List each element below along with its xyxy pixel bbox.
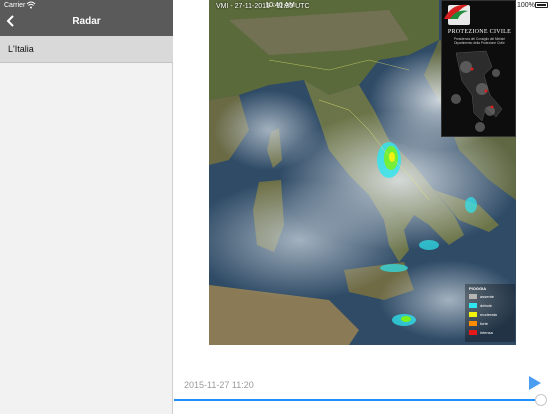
logo-title: PROTEZIONE CIVILE xyxy=(447,29,512,35)
timeline-slider-knob[interactable] xyxy=(535,394,547,406)
wifi-icon xyxy=(26,1,36,11)
legend-swatch xyxy=(469,294,477,299)
legend-title: PIOGGIA xyxy=(469,286,487,291)
legend-label: debole xyxy=(480,303,493,308)
italy-minimap xyxy=(451,50,503,132)
legend-entry: debole xyxy=(469,303,513,309)
protezione-civile-logo: PROTEZIONE CIVILE Presidenza del Consigl… xyxy=(441,0,516,137)
precipitation-legend: PIOGGIA assente debole moderata forte in… xyxy=(465,284,515,342)
sidebar-item-label: L'Italia xyxy=(8,44,34,54)
legend-label: assente xyxy=(480,294,495,299)
legend-entry: assente xyxy=(469,294,513,300)
legend-label: moderata xyxy=(480,312,497,317)
legend-swatch xyxy=(469,330,477,335)
status-time: 10:40 AM xyxy=(265,2,295,9)
status-bar: Carrier 10:40 AM 100% xyxy=(0,0,552,12)
legend-label: intensa xyxy=(480,330,493,335)
sidebar-title: Radar xyxy=(72,16,101,27)
play-icon xyxy=(529,376,541,390)
play-button[interactable] xyxy=(526,375,542,391)
legend-entry: moderata xyxy=(469,312,513,318)
legend-entry: forte xyxy=(469,321,513,327)
app-screen: Carrier 10:40 AM 100% Radar L'Italia VMI… xyxy=(0,0,552,414)
battery-icon xyxy=(535,2,548,8)
main-content: VMI - 27-11-2015 - 11:20 UTC PROTEZIONE … xyxy=(174,0,552,414)
frame-timestamp: 2015-11-27 11:20 xyxy=(184,380,254,390)
legend-entry: intensa xyxy=(469,330,513,336)
sidebar: Radar L'Italia xyxy=(0,0,173,414)
radar-image: VMI - 27-11-2015 - 11:20 UTC PROTEZIONE … xyxy=(209,0,516,345)
legend-swatch xyxy=(469,303,477,308)
sidebar-item-italia[interactable]: L'Italia xyxy=(0,36,173,63)
timeline-slider-track[interactable] xyxy=(174,399,542,401)
legend-label: forte xyxy=(480,321,489,326)
logo-subtitle: Presidenza del Consiglio dei Ministri Di… xyxy=(453,37,506,45)
legend-swatch xyxy=(469,321,477,326)
battery-percentage: 100% xyxy=(517,2,535,9)
carrier-label: Carrier xyxy=(4,2,26,9)
legend-swatch xyxy=(469,312,477,317)
